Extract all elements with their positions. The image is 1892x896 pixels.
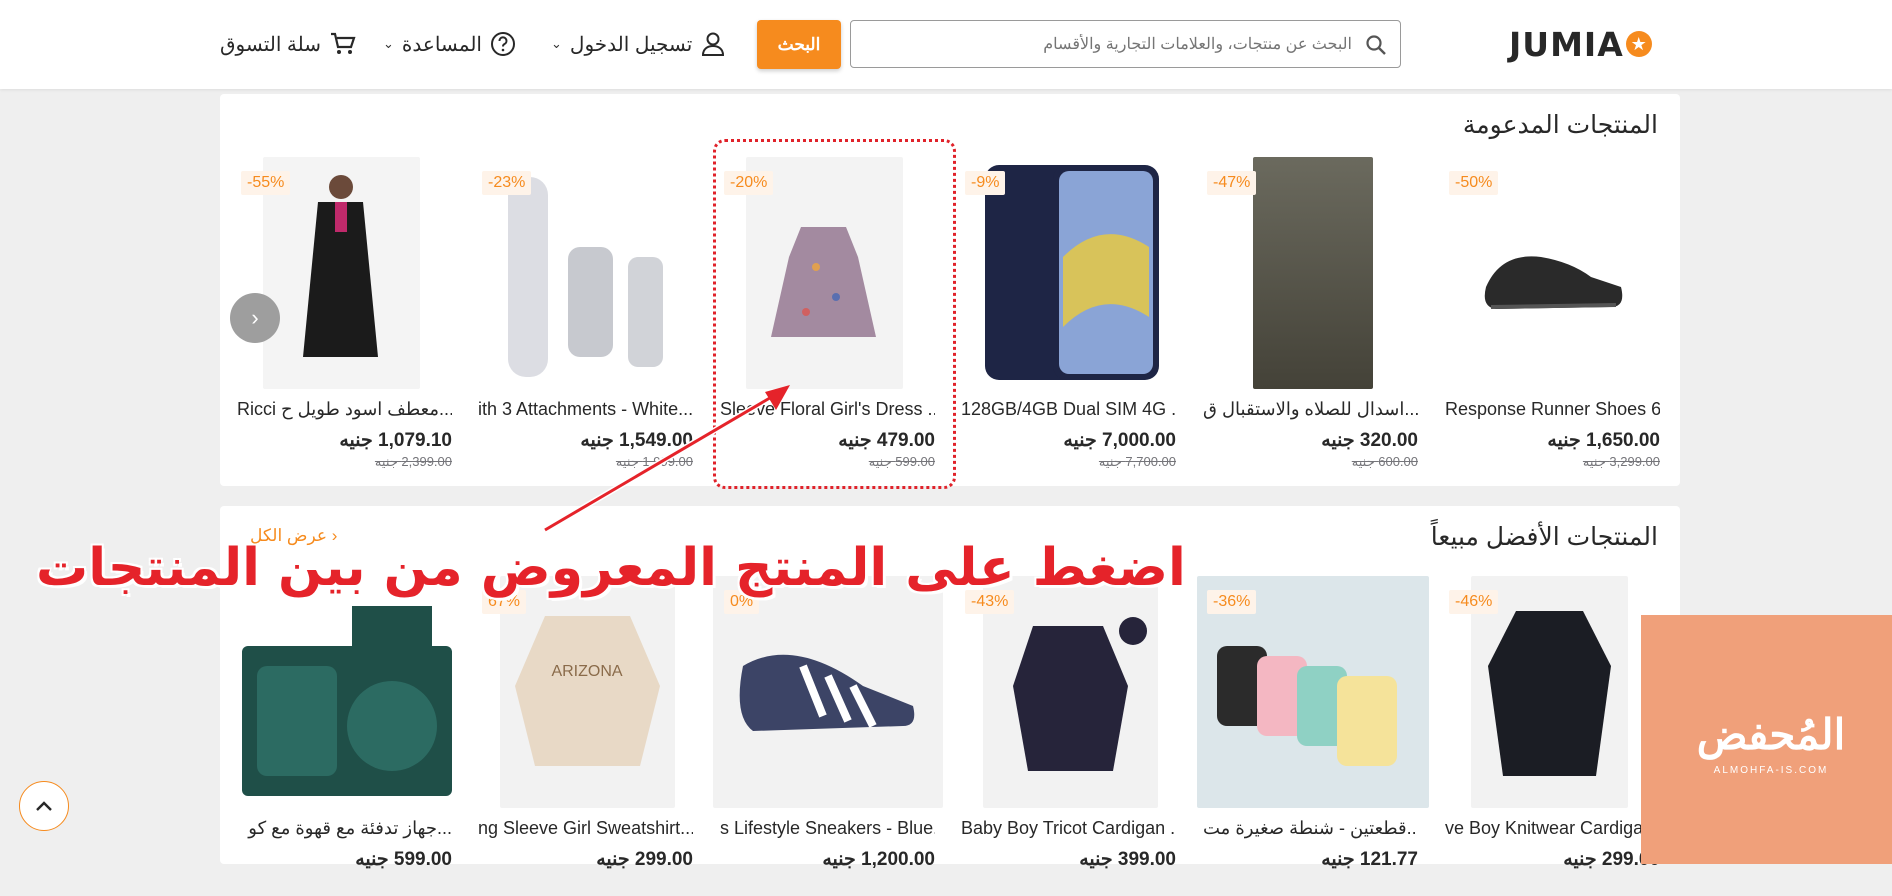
product-card[interactable]: -47% اسدال للصلاه والاستقبال ق... 320.00…	[1203, 157, 1418, 477]
phone-image	[983, 157, 1163, 389]
account-label: تسجيل الدخول	[569, 33, 693, 56]
product-name: Ricci معطف اسود طويل ح...	[237, 399, 452, 419]
watermark-text: المُحفض	[1696, 711, 1846, 758]
product-price: 1,650.00 جنيه	[1547, 430, 1660, 451]
product-name: s Lifestyle Sneakers - Blue...	[720, 818, 935, 838]
cart-link[interactable]: سلة التسوق	[220, 26, 357, 62]
prayer-dress-image	[1253, 157, 1373, 389]
search-icon	[1366, 35, 1386, 55]
product-card[interactable]: جهاز تدفئة مع قهوة مع كو... 599.00 جنيه	[232, 576, 457, 896]
product-card[interactable]: -36% قطعتين - شنطة صغيرة مت... 121.77 جن…	[1197, 576, 1429, 896]
jumia-logo[interactable]: JUMIA ★	[1509, 24, 1652, 64]
search-input[interactable]	[870, 21, 1354, 69]
section-title: المنتجات المدعومة	[1462, 111, 1658, 139]
svg-text:ARIZONA: ARIZONA	[551, 663, 622, 680]
sweatshirt-image: ARIZONA	[500, 576, 675, 808]
product-name: Baby Boy Tricot Cardigan ...	[961, 818, 1176, 838]
search-button[interactable]: البحث	[757, 20, 841, 69]
old-price: 2,399.00 جنيه	[374, 454, 452, 469]
product-price: 121.77 جنيه	[1321, 849, 1418, 870]
product-card[interactable]: -50% Response Runner Shoes 6... 1,650.00…	[1445, 157, 1660, 477]
product-price: 299.00 جنيه	[1563, 849, 1660, 870]
cart-icon	[331, 32, 356, 54]
site-header: JUMIA ★ البحث ⌄ تسجيل الدخول ⌄ المساعدة …	[0, 0, 1892, 89]
discount-badge: -55%	[241, 171, 291, 195]
product-price: 399.00 جنيه	[1079, 849, 1176, 870]
cart-label: سلة التسوق	[220, 33, 322, 56]
star-icon: ★	[1625, 31, 1652, 57]
product-name: ng Sleeve Girl Sweatshirt...	[478, 818, 693, 838]
section-title: المنتجات الأفضل مبيعاً	[1430, 523, 1658, 551]
search-box	[850, 20, 1401, 69]
old-price: 3,299.00 جنيه	[1582, 454, 1660, 469]
discount-badge: -36%	[1207, 590, 1257, 614]
account-menu[interactable]: ⌄ تسجيل الدخول	[551, 26, 726, 62]
product-card[interactable]: 0% s Lifestyle Sneakers - Blue... 1,200.…	[713, 576, 943, 896]
chevron-down-icon: ⌄	[383, 36, 394, 51]
watermark-logo: المُحفض ALMOHFA-IS.COM	[1641, 615, 1892, 864]
product-name: اسدال للصلاه والاستقبال ق...	[1203, 399, 1418, 419]
mug-warmer-image	[232, 576, 457, 808]
product-card[interactable]: ARIZONA 67% ng Sleeve Girl Sweatshirt...…	[478, 576, 693, 896]
carousel-next-button[interactable]: ›	[230, 293, 280, 343]
chevron-down-icon: ⌄	[551, 36, 562, 51]
product-card[interactable]: -9% 128GB/4GB Dual SIM 4G ... 7,000.00 ج…	[961, 157, 1176, 477]
product-name: 128GB/4GB Dual SIM 4G ...	[961, 399, 1176, 419]
help-icon	[490, 32, 515, 56]
chevron-up-icon	[36, 801, 52, 811]
discount-badge: -9%	[965, 171, 1006, 195]
watermark-sub: ALMOHFA-IS.COM	[1713, 765, 1829, 776]
help-label: المساعدة	[401, 33, 482, 56]
product-name: ve Boy Knitwear Cardigan...	[1445, 818, 1660, 838]
old-price: 600.00 جنيه	[1351, 454, 1418, 469]
logo-text: JUMIA	[1509, 24, 1624, 64]
product-price: 1,079.10 جنيه	[339, 430, 452, 451]
discount-badge: -23%	[482, 171, 532, 195]
annotation-arrow	[543, 385, 790, 533]
product-card[interactable]: -46% ve Boy Knitwear Cardigan... 299.00 …	[1445, 576, 1660, 896]
old-price: 7,700.00 جنيه	[1098, 454, 1176, 469]
help-menu[interactable]: ⌄ المساعدة	[383, 26, 516, 62]
product-price: 7,000.00 جنيه	[1063, 430, 1176, 451]
discount-badge: -46%	[1449, 590, 1499, 614]
discount-badge: -20%	[724, 171, 774, 195]
product-name: قطعتين - شنطة صغيرة مت...	[1203, 818, 1418, 838]
user-icon	[702, 32, 725, 56]
chevron-right-icon: ›	[251, 305, 259, 330]
product-price: 320.00 جنيه	[1321, 430, 1418, 451]
product-name: Response Runner Shoes 6...	[1445, 399, 1660, 419]
product-price: 299.00 جنيه	[596, 849, 693, 870]
product-price: 1,200.00 جنيه	[822, 849, 935, 870]
product-card[interactable]: -43% Baby Boy Tricot Cardigan ... 399.00…	[961, 576, 1176, 896]
discount-badge: -47%	[1207, 171, 1257, 195]
product-price: 599.00 جنيه	[355, 849, 452, 870]
product-name: جهاز تدفئة مع قهوة مع كو...	[248, 818, 452, 838]
scroll-to-top-button[interactable]	[19, 781, 69, 831]
discount-badge: -50%	[1449, 171, 1499, 195]
instruction-text: اضغط على المنتج المعروض من بين المنتجات	[36, 538, 1186, 598]
